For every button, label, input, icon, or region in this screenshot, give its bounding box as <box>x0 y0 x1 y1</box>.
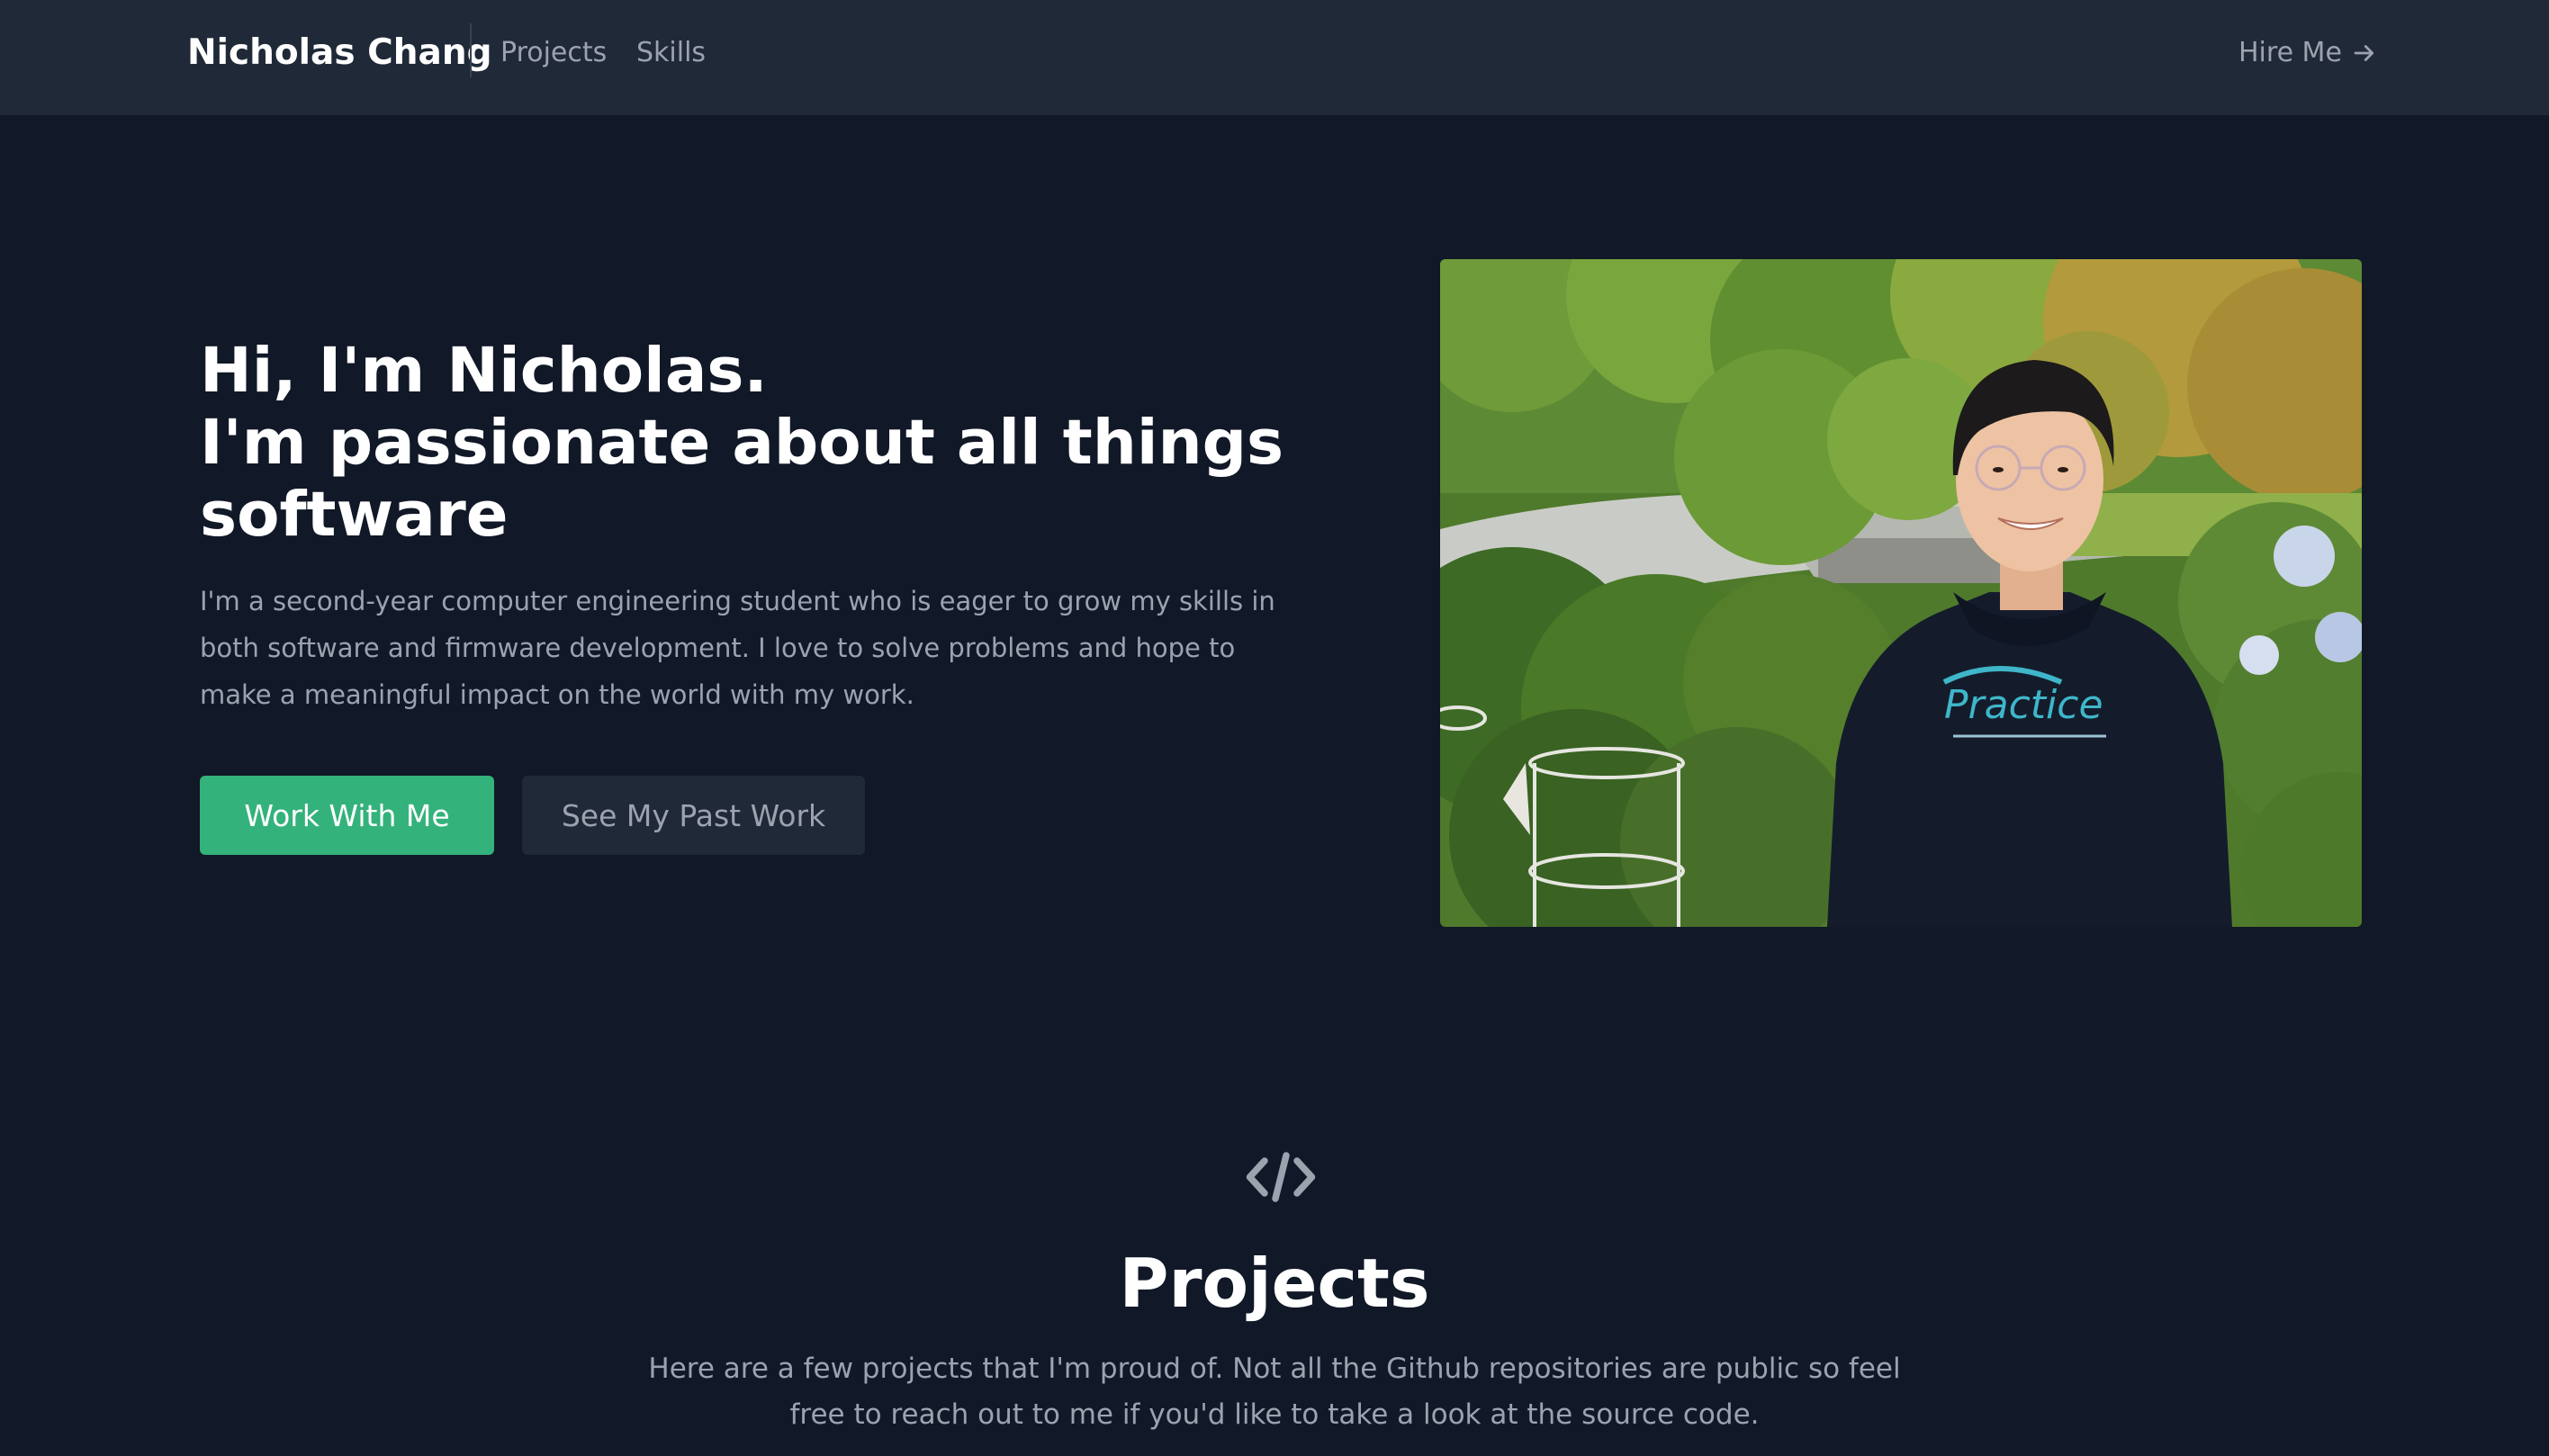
work-with-me-button[interactable]: Work With Me <box>200 776 494 855</box>
hire-me-button[interactable]: Hire Me <box>2238 34 2378 72</box>
code-icon <box>1246 1152 1316 1202</box>
hero-description-line: both software and firmware development. … <box>200 633 1236 663</box>
see-past-work-button[interactable]: See My Past Work <box>522 776 865 855</box>
nav-link-projects[interactable]: Projects <box>500 34 607 72</box>
hero-title-line: software <box>200 479 509 551</box>
hero-description-line: I'm a second-year computer engineering s… <box>200 586 1275 616</box>
navbar: Nicholas Chang Projects Skills Hire Me <box>0 0 2549 115</box>
projects-description-line: Here are a few projects that I'm proud o… <box>648 1353 1901 1385</box>
arrow-right-icon <box>2354 45 2374 61</box>
nav-link-skills[interactable]: Skills <box>636 34 706 72</box>
nav-divider <box>470 23 472 77</box>
hero-description: I'm a second-year computer engineering s… <box>200 578 1275 718</box>
brand-logo[interactable]: Nicholas Chang <box>187 31 492 76</box>
hero-title: Hi, I'm Nicholas. I'm passionate about a… <box>200 335 1284 551</box>
profile-photo: Practice <box>1440 259 2362 927</box>
hero-title-line: Hi, I'm Nicholas. <box>200 335 768 407</box>
hire-me-label: Hire Me <box>2238 37 2342 68</box>
projects-description-line: free to reach out to me if you'd like to… <box>789 1398 1760 1431</box>
hero-description-line: make a meaningful impact on the world wi… <box>200 679 914 710</box>
projects-title: Projects <box>1119 1244 1430 1323</box>
hero-title-line: I'm passionate about all things <box>200 407 1284 479</box>
projects-description: Here are a few projects that I'm proud o… <box>644 1346 1905 1438</box>
svg-text:Practice: Practice <box>1944 682 2103 728</box>
profile-photo-illustration: Practice <box>1440 259 2362 927</box>
